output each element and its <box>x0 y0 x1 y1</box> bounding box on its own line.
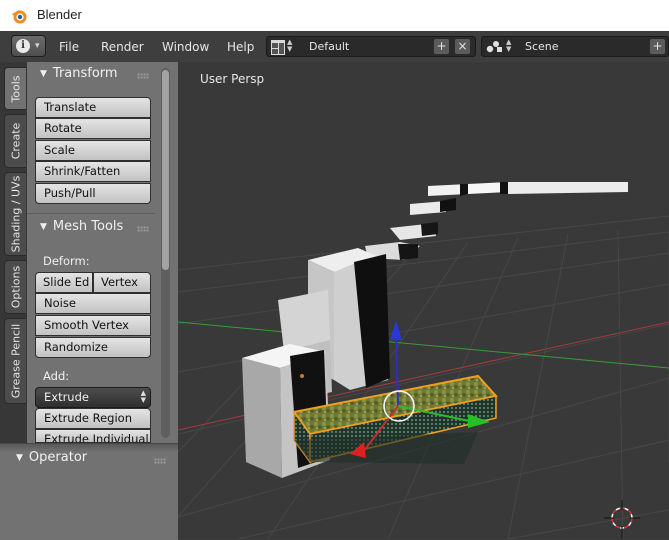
noise-button[interactable]: Noise <box>35 293 151 314</box>
smooth-vertex-button[interactable]: Smooth Vertex <box>35 315 151 336</box>
deform-label: Deform: <box>43 254 90 268</box>
updown-arrow-icon: ▾ <box>35 41 40 51</box>
extrude-individual-button[interactable]: Extrude Individual <box>35 429 151 443</box>
collapse-triangle-icon: ▼ <box>40 222 47 232</box>
updown-arrow-icon: ▲ ▼ <box>140 389 146 404</box>
panel-shadow <box>0 443 178 452</box>
rotate-button[interactable]: Rotate <box>35 118 151 139</box>
slide-edge-button[interactable]: Slide Ed <box>35 272 93 293</box>
info-icon: i <box>16 39 30 53</box>
panel-divider <box>27 213 155 214</box>
info-header: i ▾ File Render Window Help ▲ ▼ Default +… <box>0 31 669 63</box>
updown-arrow-icon: ▲ ▼ <box>287 38 293 53</box>
menu-help[interactable]: Help <box>227 40 254 54</box>
add-layout-button[interactable]: + <box>433 38 450 55</box>
3d-viewport[interactable]: User Persp <box>178 62 669 539</box>
window-title: Blender <box>37 7 82 22</box>
editor-type-button[interactable]: i ▾ <box>11 35 46 57</box>
transform-panel-header[interactable]: ▼ Transform <box>40 66 118 81</box>
randomize-button[interactable]: Randomize <box>35 337 151 358</box>
tab-create[interactable]: Create <box>4 114 26 168</box>
layout-grid-icon <box>271 40 285 55</box>
extrude-dropdown-value: Extrude <box>44 390 89 404</box>
slide-vertex-button[interactable]: Vertex <box>93 272 151 293</box>
scrollbar-thumb[interactable] <box>162 70 169 270</box>
drag-grip-icon[interactable] <box>137 226 149 232</box>
drag-grip-icon[interactable] <box>137 73 149 79</box>
operator-panel: ▼ Operator <box>0 443 178 540</box>
screen-layout-selector[interactable]: ▲ ▼ Default + × <box>266 36 476 57</box>
extrude-region-button[interactable]: Extrude Region <box>35 408 151 429</box>
stair-steps <box>365 182 628 260</box>
blender-logo-icon <box>12 10 27 24</box>
scene-icon <box>486 41 502 53</box>
tab-options[interactable]: Options <box>4 260 26 314</box>
tool-shelf-tabs: Tools Create Shading / UVs Options Greas… <box>0 62 27 450</box>
drag-grip-icon[interactable] <box>154 458 166 464</box>
viewport-scene <box>178 182 669 539</box>
extrude-dropdown[interactable]: Extrude ▲ ▼ <box>35 387 151 408</box>
window-titlebar: Blender <box>0 0 669 31</box>
tab-tools[interactable]: Tools <box>4 67 26 110</box>
add-label: Add: <box>43 369 70 383</box>
menu-render[interactable]: Render <box>101 40 144 54</box>
translate-button[interactable]: Translate <box>35 97 151 118</box>
tab-shading-uvs[interactable]: Shading / UVs <box>4 172 26 256</box>
menu-file[interactable]: File <box>59 40 79 54</box>
scene-selector[interactable]: ▲ ▼ Scene + <box>481 36 669 57</box>
scale-button[interactable]: Scale <box>35 140 151 161</box>
remove-layout-button[interactable]: × <box>454 38 471 55</box>
shrink-fatten-button[interactable]: Shrink/Fatten <box>35 161 151 182</box>
add-scene-button[interactable]: + <box>649 38 666 55</box>
screen-layout-name: Default <box>309 40 350 53</box>
mesh-tools-panel-header[interactable]: ▼ Mesh Tools <box>40 219 123 234</box>
3d-cursor-icon <box>604 500 640 539</box>
menu-window[interactable]: Window <box>162 40 209 54</box>
collapse-triangle-icon: ▼ <box>16 453 23 463</box>
viewport-view-label: User Persp <box>200 72 265 86</box>
tool-shelf-scrollbar[interactable] <box>161 68 170 438</box>
tab-grease-pencil[interactable]: Grease Pencil <box>4 318 26 404</box>
operator-panel-header[interactable]: ▼ Operator <box>16 450 87 465</box>
collapse-triangle-icon: ▼ <box>40 69 47 79</box>
scene-name: Scene <box>525 40 559 53</box>
updown-arrow-icon: ▲ ▼ <box>506 38 512 53</box>
push-pull-button[interactable]: Push/Pull <box>35 183 151 204</box>
